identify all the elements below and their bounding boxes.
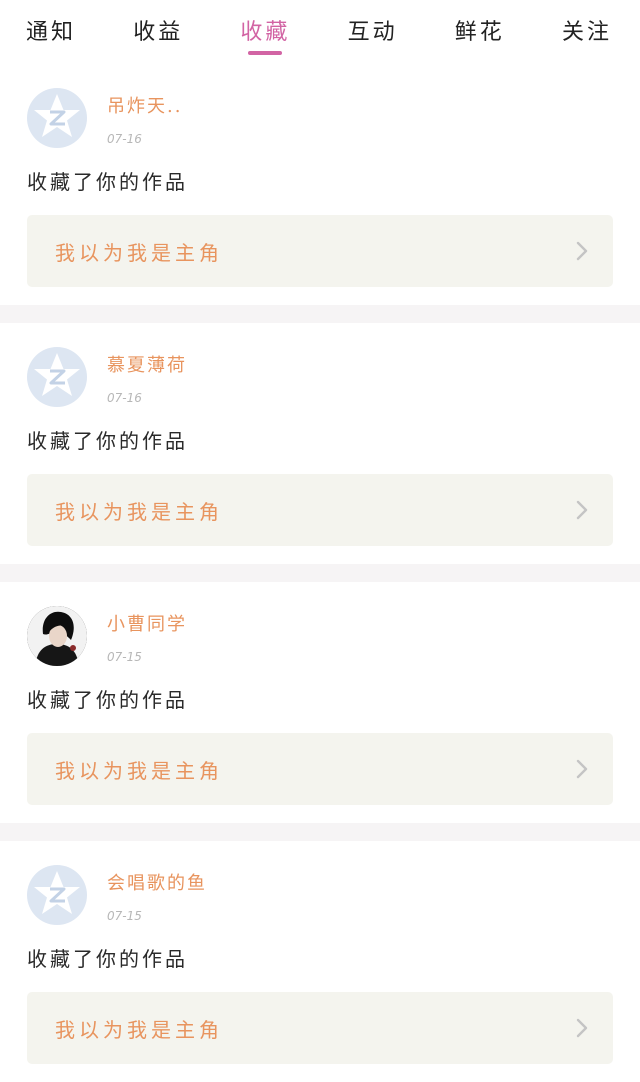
work-title: 我以为我是主角 — [55, 1017, 223, 1042]
tab-flowers[interactable]: 鲜花 — [455, 0, 505, 46]
timestamp: 07-16 — [107, 132, 142, 146]
username[interactable]: 会唱歌的鱼 — [107, 869, 207, 895]
timestamp: 07-15 — [107, 909, 142, 923]
feed-item: 会唱歌的鱼 07-15 收藏了你的作品 我以为我是主角 — [0, 841, 640, 1082]
work-title: 我以为我是主角 — [55, 240, 223, 265]
divider — [0, 305, 640, 323]
work-title: 我以为我是主角 — [55, 499, 223, 524]
chevron-right-icon — [576, 1018, 588, 1038]
chevron-right-icon — [576, 759, 588, 779]
feed-item: 慕夏薄荷 07-16 收藏了你的作品 我以为我是主角 — [0, 323, 640, 564]
default-avatar-icon[interactable] — [27, 347, 87, 407]
activity-text: 收藏了你的作品 — [27, 947, 188, 971]
activity-text: 收藏了你的作品 — [27, 429, 188, 453]
tab-earnings[interactable]: 收益 — [133, 0, 183, 46]
divider — [0, 564, 640, 582]
tab-notifications[interactable]: 通知 — [26, 0, 76, 46]
work-link[interactable]: 我以为我是主角 — [27, 215, 613, 287]
default-avatar-icon[interactable] — [27, 88, 87, 148]
work-link[interactable]: 我以为我是主角 — [27, 474, 613, 546]
tab-bar: 通知 收益 收藏 互动 鲜花 关注 — [0, 0, 640, 64]
tab-follows[interactable]: 关注 — [562, 0, 612, 46]
user-photo-avatar[interactable] — [27, 606, 87, 666]
work-title: 我以为我是主角 — [55, 758, 223, 783]
default-avatar-icon[interactable] — [27, 865, 87, 925]
feed-item: 吊炸天.. 07-16 收藏了你的作品 我以为我是主角 — [0, 64, 640, 305]
activity-text: 收藏了你的作品 — [27, 688, 188, 712]
work-link[interactable]: 我以为我是主角 — [27, 733, 613, 805]
tab-interactions[interactable]: 互动 — [348, 0, 398, 46]
feed-item: 小曹同学 07-15 收藏了你的作品 我以为我是主角 — [0, 582, 640, 823]
activity-text: 收藏了你的作品 — [27, 170, 188, 194]
timestamp: 07-15 — [107, 650, 142, 664]
username[interactable]: 小曹同学 — [107, 610, 187, 636]
chevron-right-icon — [576, 500, 588, 520]
divider — [0, 823, 640, 841]
username[interactable]: 吊炸天.. — [107, 92, 182, 118]
work-link[interactable]: 我以为我是主角 — [27, 992, 613, 1064]
username[interactable]: 慕夏薄荷 — [107, 351, 187, 377]
chevron-right-icon — [576, 241, 588, 261]
timestamp: 07-16 — [107, 391, 142, 405]
tab-favorites[interactable]: 收藏 — [240, 0, 290, 46]
